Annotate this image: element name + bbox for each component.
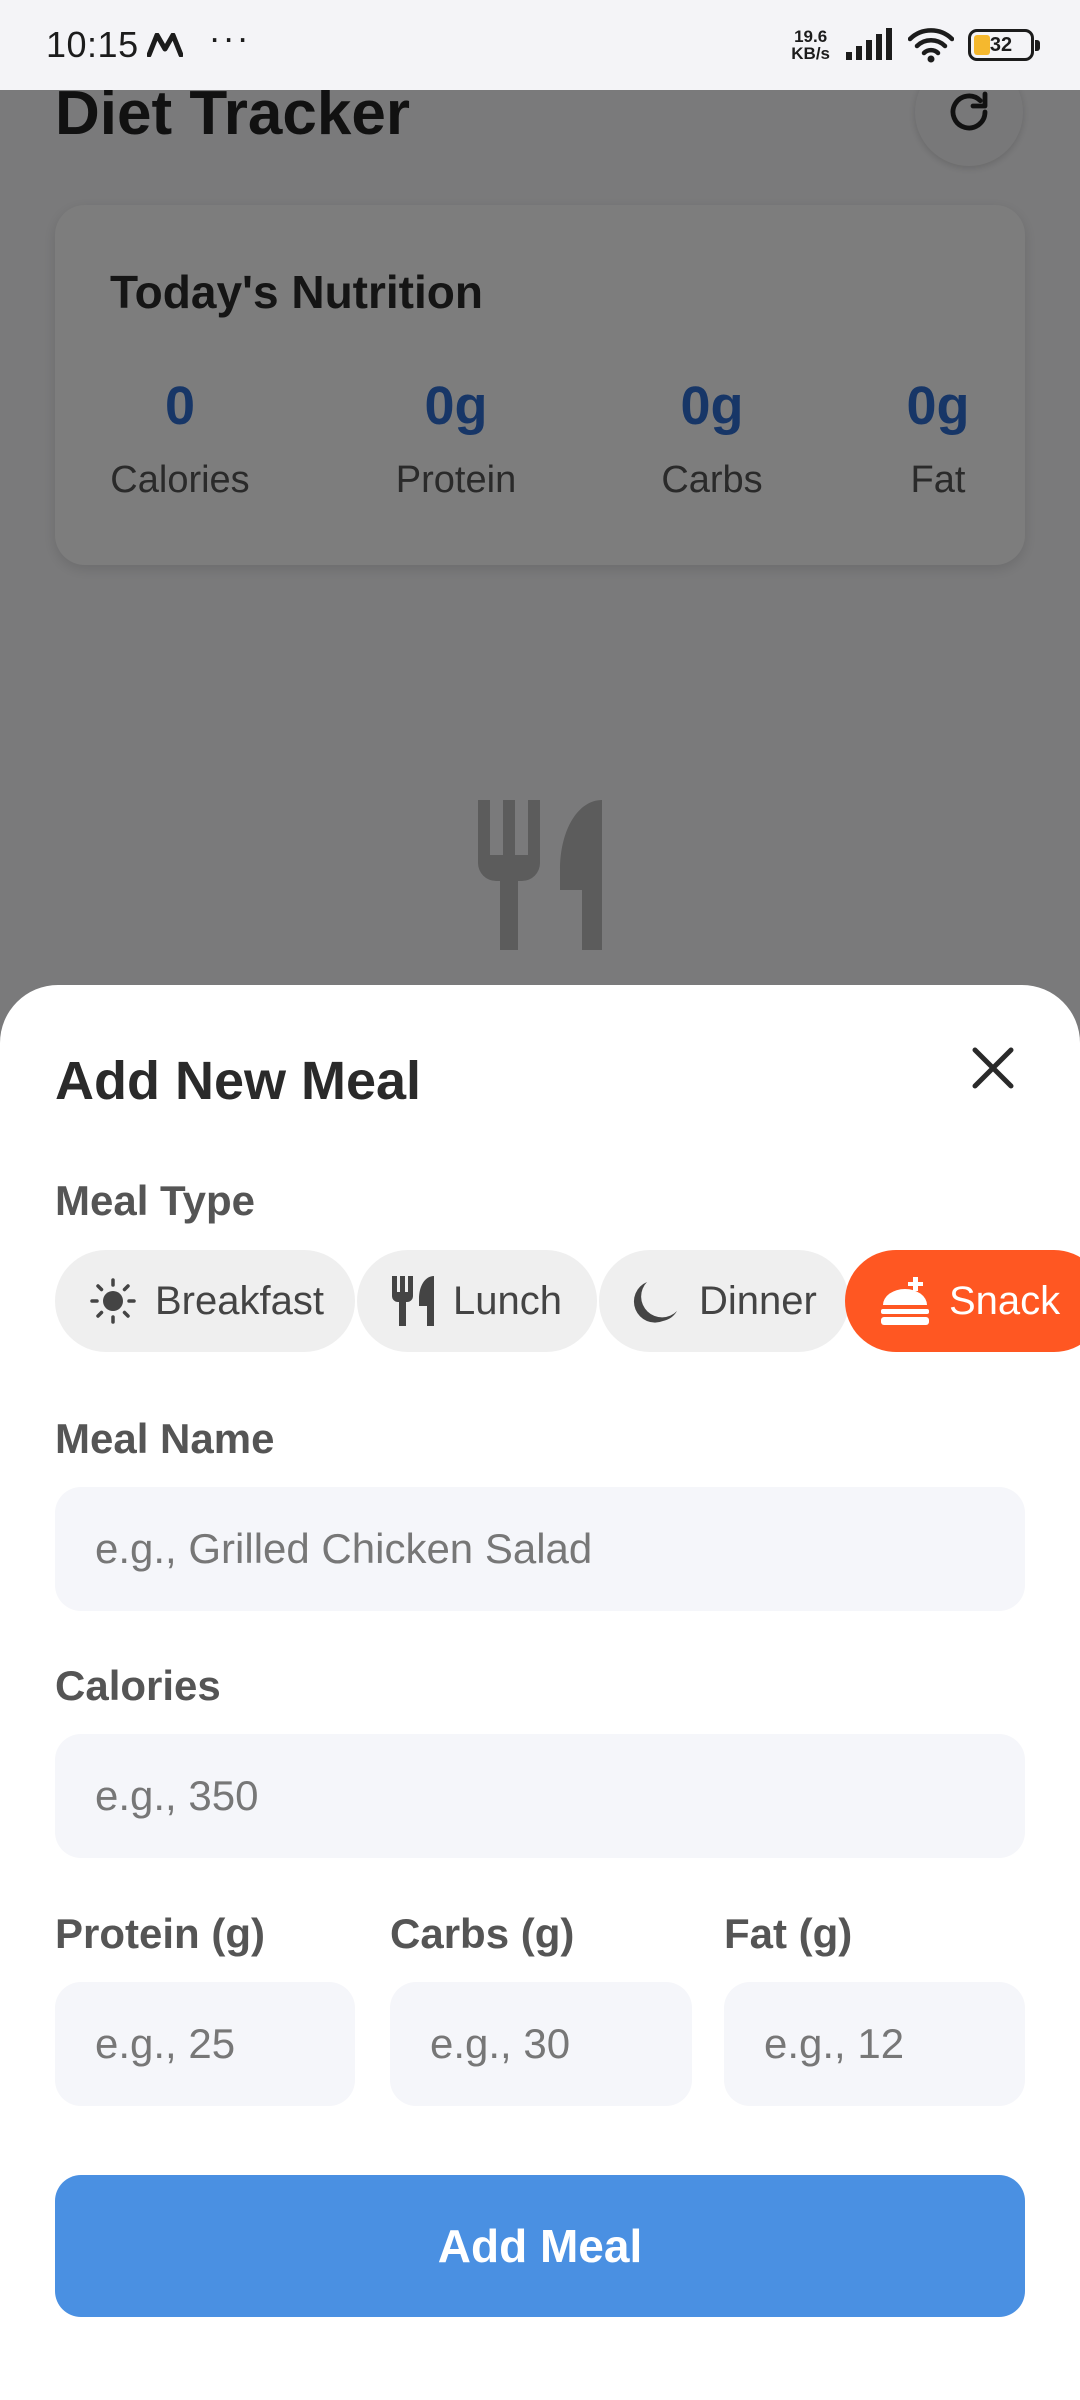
status-time: 10:15 (46, 24, 139, 65)
network-speed-value: 19.6 (794, 27, 828, 46)
sun-icon (90, 1278, 136, 1324)
meal-type-label: Meal Type (55, 1177, 255, 1224)
utensils-icon (392, 1276, 434, 1326)
calories-label: Calories (55, 1662, 221, 1709)
meal-type-lunch-label: Lunch (453, 1278, 562, 1323)
status-bar: 10:15 ··· 19.6 KB/s 32 (0, 0, 1080, 90)
add-meal-button[interactable]: Add Meal (55, 2175, 1025, 2317)
sheet-title: Add New Meal (55, 1051, 422, 1111)
add-meal-sheet: Add New Meal Meal Type Breakfast Lunch D… (0, 985, 1080, 2400)
meal-type-snack-label: Snack (949, 1278, 1061, 1323)
wifi-icon (908, 28, 954, 63)
carbs-label: Carbs (g) (390, 1910, 575, 1957)
burger-icon (881, 1277, 929, 1325)
fat-label: Fat (g) (724, 1910, 853, 1957)
fat-input[interactable] (724, 1982, 1025, 2106)
battery-level: 32 (989, 33, 1013, 56)
meal-name-input[interactable] (55, 1487, 1025, 1611)
signal-icon (846, 28, 892, 60)
moon-icon (633, 1282, 677, 1323)
meal-type-snack[interactable]: Snack (845, 1250, 1080, 1352)
more-notifications-icon: ··· (208, 17, 251, 58)
protein-input[interactable] (55, 1982, 355, 2106)
meal-type-lunch[interactable]: Lunch (357, 1250, 597, 1352)
protein-label: Protein (g) (55, 1910, 265, 1957)
meal-type-breakfast-label: Breakfast (155, 1278, 324, 1323)
calories-input[interactable] (55, 1734, 1025, 1858)
network-speed: 19.6 KB/s (791, 28, 830, 62)
network-speed-unit: KB/s (791, 44, 830, 63)
carbs-input[interactable] (390, 1982, 692, 2106)
meal-type-dinner-label: Dinner (699, 1278, 817, 1323)
meal-type-dinner[interactable]: Dinner (599, 1250, 849, 1352)
meal-type-breakfast[interactable]: Breakfast (55, 1250, 355, 1352)
meal-name-label: Meal Name (55, 1415, 275, 1462)
close-icon (972, 1047, 1014, 1089)
close-button[interactable] (955, 1030, 1031, 1106)
app-notification-icon (146, 33, 183, 57)
battery-icon: 32 (968, 29, 1040, 61)
